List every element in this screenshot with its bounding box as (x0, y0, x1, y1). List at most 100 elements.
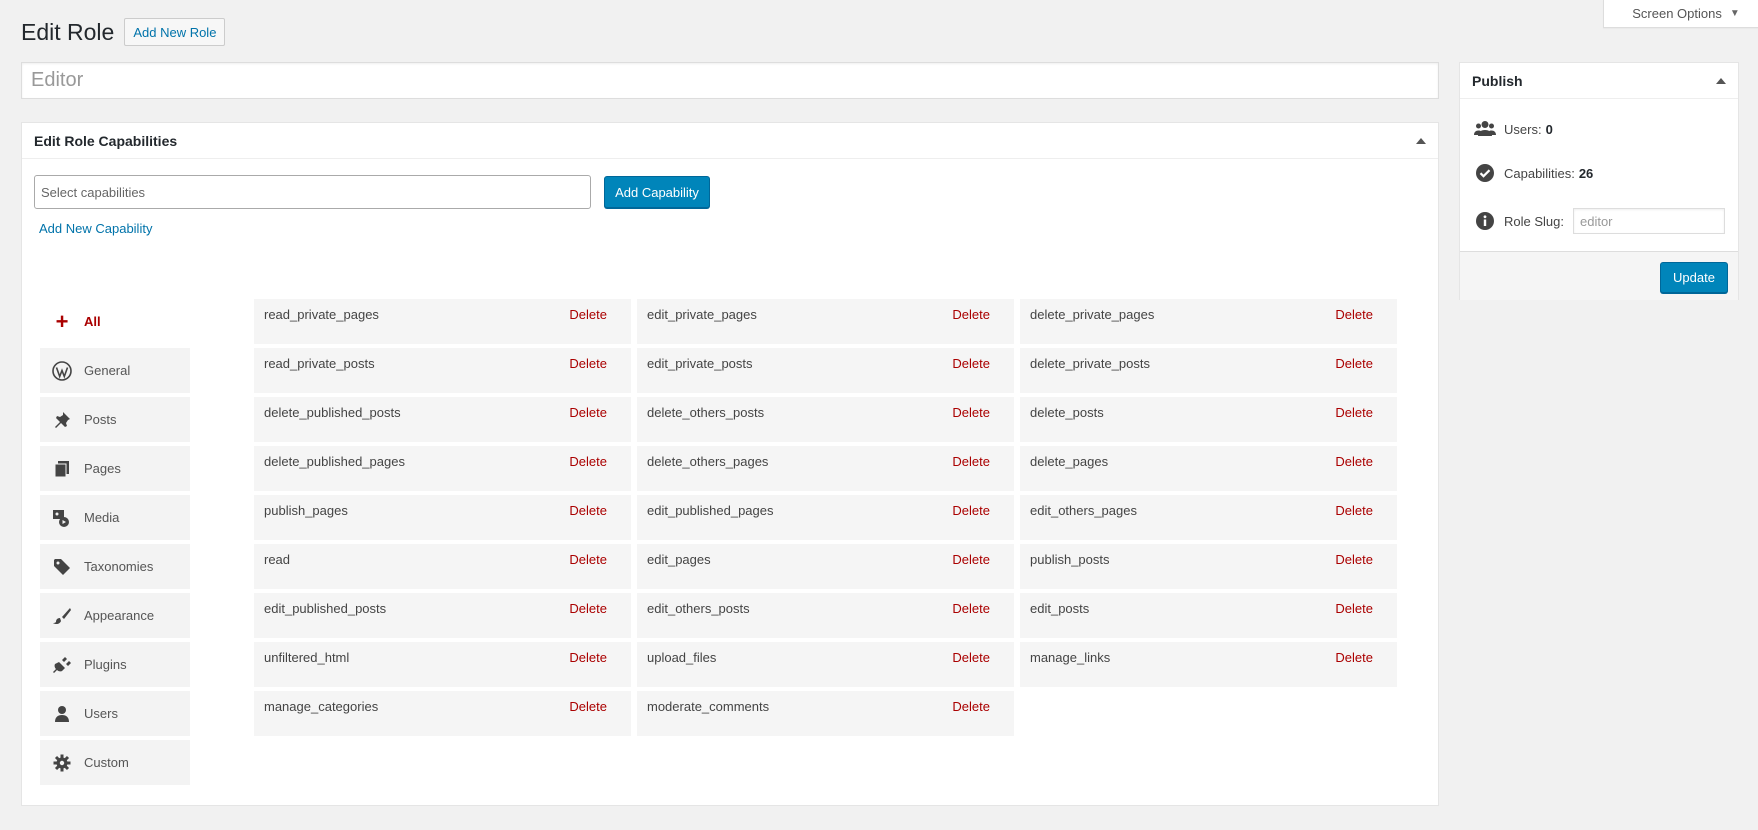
category-tab-label: Appearance (84, 608, 155, 623)
category-tab-label: Plugins (84, 657, 127, 672)
capability-item: delete_posts Delete (1020, 397, 1397, 442)
capability-name: publish_pages (264, 503, 348, 518)
delete-capability-link[interactable]: Delete (952, 307, 990, 344)
capability-item: read Delete (254, 544, 631, 589)
category-tab-label: Media (84, 510, 120, 525)
delete-capability-link[interactable]: Delete (952, 356, 990, 393)
category-tab-pages[interactable]: Pages (40, 446, 190, 491)
capability-name: edit_pages (647, 552, 711, 567)
category-tab-media[interactable]: Media (40, 495, 190, 540)
delete-capability-link[interactable]: Delete (952, 552, 990, 589)
capability-item: read_private_pages Delete (254, 299, 631, 344)
category-tab-label: General (84, 363, 131, 378)
capabilities-count: 26 (1578, 165, 1594, 181)
category-tab-label: Pages (84, 461, 121, 476)
pushpin-icon (52, 410, 72, 430)
role-name-input[interactable]: Editor (21, 62, 1439, 99)
add-capability-button[interactable]: Add Capability (604, 176, 710, 208)
capability-name: read (264, 552, 291, 567)
capabilities-box-title: Edit Role Capabilities (34, 132, 178, 149)
edit-role-capabilities-box: Edit Role Capabilities Select capabiliti… (21, 122, 1439, 806)
capability-name: manage_categories (264, 699, 379, 714)
role-slug-input[interactable]: editor (1572, 208, 1725, 234)
user-icon (52, 704, 72, 724)
delete-capability-link[interactable]: Delete (569, 356, 607, 393)
check-circle-icon (1474, 162, 1496, 184)
add-new-capability-link[interactable]: Add New Capability (39, 221, 152, 236)
category-tab-all[interactable]: + All (40, 299, 190, 344)
capability-name: edit_posts (1030, 601, 1090, 616)
capability-name: edit_others_posts (647, 601, 750, 616)
delete-capability-link[interactable]: Delete (569, 552, 607, 589)
category-tab-plugins[interactable]: Plugins (40, 642, 190, 687)
category-tab-label: Users (84, 706, 118, 721)
delete-capability-link[interactable]: Delete (1335, 356, 1373, 393)
category-tab-label: Taxonomies (84, 559, 154, 574)
media-icon (52, 508, 72, 528)
capabilities-count-row: Capabilities: 26 (1474, 162, 1593, 184)
screen-options-button[interactable]: Screen Options ▼ (1603, 0, 1758, 28)
collapse-arrow-icon[interactable] (1416, 137, 1426, 144)
plugin-icon (52, 655, 72, 675)
capability-item: moderate_comments Delete (637, 691, 1014, 736)
capability-item: edit_pages Delete (637, 544, 1014, 589)
delete-capability-link[interactable]: Delete (569, 601, 607, 638)
delete-capability-link[interactable]: Delete (1335, 454, 1373, 491)
select-capabilities-input[interactable]: Select capabilities (34, 175, 591, 209)
category-tab-users[interactable]: Users (40, 691, 190, 736)
capability-item: publish_posts Delete (1020, 544, 1397, 589)
delete-capability-link[interactable]: Delete (1335, 601, 1373, 638)
capability-name: delete_others_pages (647, 454, 769, 469)
capability-item: unfiltered_html Delete (254, 642, 631, 687)
delete-capability-link[interactable]: Delete (569, 454, 607, 491)
category-tab-taxonomies[interactable]: Taxonomies (40, 544, 190, 589)
delete-capability-link[interactable]: Delete (569, 405, 607, 442)
capability-item: delete_others_pages Delete (637, 446, 1014, 491)
publish-title: Publish (1472, 72, 1523, 89)
delete-capability-link[interactable]: Delete (952, 650, 990, 687)
category-tab-general[interactable]: General (40, 348, 190, 393)
delete-capability-link[interactable]: Delete (569, 699, 607, 736)
capability-name: publish_posts (1030, 552, 1110, 567)
delete-capability-link[interactable]: Delete (569, 650, 607, 687)
publish-box-header[interactable]: Publish (1460, 63, 1738, 99)
capability-item: edit_private_posts Delete (637, 348, 1014, 393)
users-count-row: Users: 0 (1474, 118, 1553, 140)
delete-capability-link[interactable]: Delete (952, 405, 990, 442)
collapse-arrow-icon[interactable] (1716, 77, 1726, 84)
category-tab-posts[interactable]: Posts (40, 397, 190, 442)
role-slug-label: Role Slug: (1504, 213, 1564, 229)
delete-capability-link[interactable]: Delete (1335, 552, 1373, 589)
delete-capability-link[interactable]: Delete (569, 503, 607, 540)
delete-capability-link[interactable]: Delete (952, 503, 990, 540)
category-tab-appearance[interactable]: Appearance (40, 593, 190, 638)
delete-capability-link[interactable]: Delete (952, 699, 990, 736)
delete-capability-link[interactable]: Delete (1335, 650, 1373, 687)
category-tab-label: All (84, 314, 101, 329)
delete-capability-link[interactable]: Delete (1335, 405, 1373, 442)
category-tab-custom[interactable]: Custom (40, 740, 190, 785)
capability-name: delete_private_posts (1030, 356, 1150, 371)
role-slug-row: Role Slug: editor (1474, 208, 1725, 234)
update-button[interactable]: Update (1660, 262, 1728, 293)
capability-name: delete_published_posts (264, 405, 401, 420)
capability-item: edit_posts Delete (1020, 593, 1397, 638)
delete-capability-link[interactable]: Delete (952, 454, 990, 491)
capability-item: publish_pages Delete (254, 495, 631, 540)
gear-icon (52, 753, 72, 773)
tag-icon (52, 557, 72, 577)
delete-capability-link[interactable]: Delete (952, 601, 990, 638)
capability-name: edit_published_pages (647, 503, 774, 518)
capability-name: edit_private_posts (647, 356, 753, 371)
category-tab-label: Custom (84, 755, 129, 770)
delete-capability-link[interactable]: Delete (569, 307, 607, 344)
add-new-role-button[interactable]: Add New Role (124, 18, 226, 46)
capabilities-label: Capabilities: (1504, 165, 1575, 181)
delete-capability-link[interactable]: Delete (1335, 307, 1373, 344)
delete-capability-link[interactable]: Delete (1335, 503, 1373, 540)
capability-item: delete_private_pages Delete (1020, 299, 1397, 344)
capability-item: edit_published_pages Delete (637, 495, 1014, 540)
capability-name: upload_files (647, 650, 717, 665)
capabilities-box-header[interactable]: Edit Role Capabilities (22, 123, 1438, 159)
capability-item: edit_others_posts Delete (637, 593, 1014, 638)
